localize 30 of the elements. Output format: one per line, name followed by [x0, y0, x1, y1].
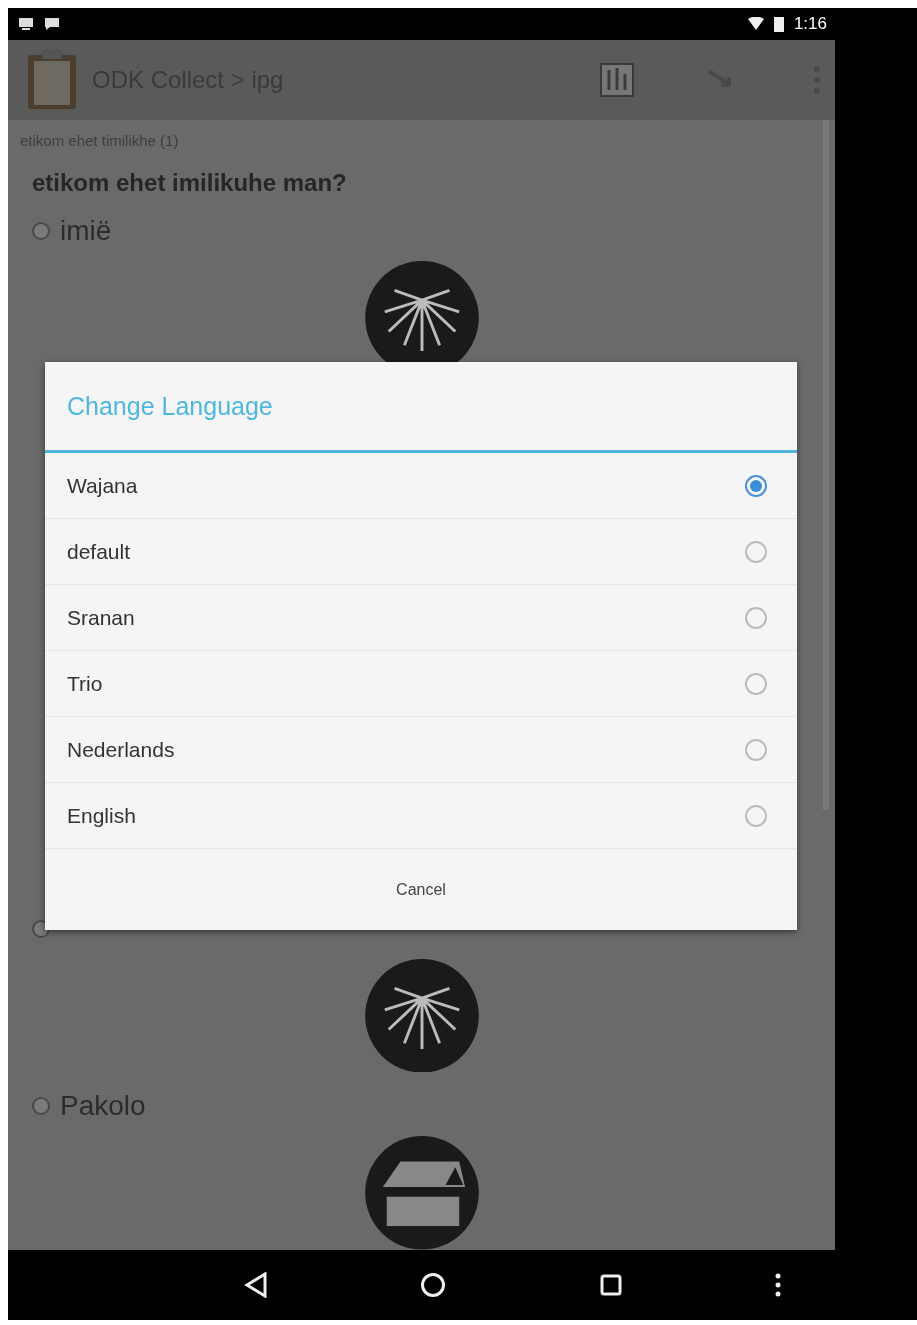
- language-option[interactable]: Wajana: [45, 453, 797, 519]
- house-icon: [363, 1136, 480, 1250]
- language-option[interactable]: Trio: [45, 651, 797, 717]
- screen-icon: [18, 17, 34, 31]
- battery-icon: [773, 16, 784, 32]
- language-radio[interactable]: [745, 474, 767, 497]
- recents-icon[interactable]: [598, 1273, 623, 1297]
- language-option[interactable]: Sranan: [45, 585, 797, 651]
- chat-icon: [44, 17, 60, 31]
- back-icon[interactable]: [244, 1272, 269, 1298]
- dialog-title: Change Language: [45, 362, 797, 453]
- scrollbar[interactable]: [823, 120, 829, 810]
- language-option[interactable]: Nederlands: [45, 717, 797, 783]
- language-radio[interactable]: [745, 738, 767, 761]
- bar-chart-icon[interactable]: [597, 60, 637, 100]
- leaf-icon: [363, 958, 480, 1073]
- language-radio[interactable]: [745, 606, 767, 629]
- overflow-menu-icon[interactable]: [774, 1273, 781, 1297]
- language-radio[interactable]: [745, 672, 767, 695]
- choice-radio[interactable]: [32, 222, 50, 240]
- language-radio[interactable]: [745, 804, 767, 827]
- clock-time: 1:16: [793, 14, 827, 34]
- language-option[interactable]: default: [45, 519, 797, 585]
- choice-radio[interactable]: [32, 1097, 50, 1116]
- cancel-button[interactable]: Cancel: [366, 868, 476, 911]
- home-icon[interactable]: [420, 1272, 447, 1298]
- language-radio[interactable]: [745, 540, 767, 563]
- wifi-icon: [747, 17, 764, 31]
- question-text: etikom ehet imilikuhe man?: [32, 169, 348, 197]
- language-option[interactable]: English: [45, 783, 797, 849]
